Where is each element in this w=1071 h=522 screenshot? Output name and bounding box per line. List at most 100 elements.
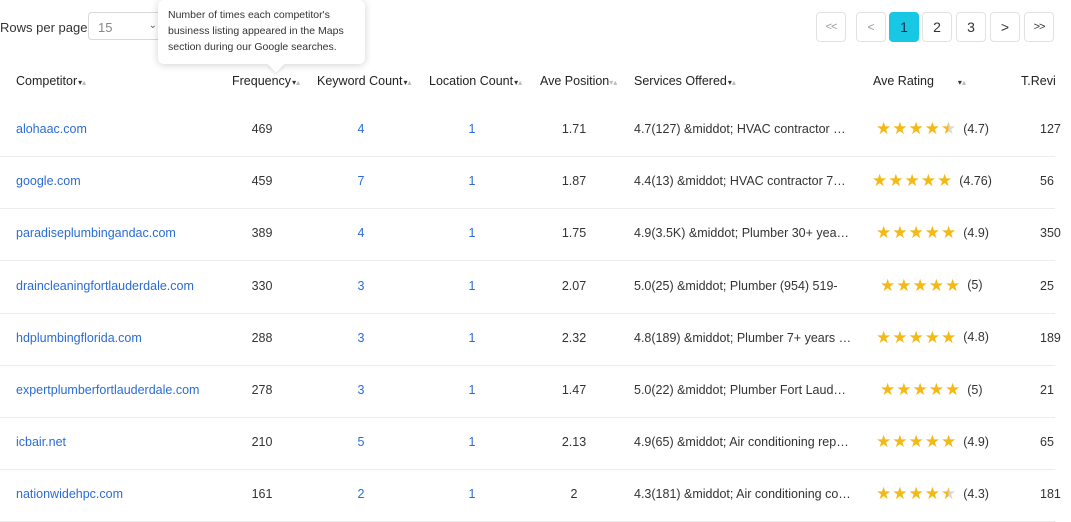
keyword-count-link[interactable]: 3 — [336, 331, 386, 345]
competitor-link[interactable]: expertplumberfortlauderdale.com — [16, 383, 199, 397]
first-page-button[interactable]: << — [816, 12, 846, 42]
rating-stars: ★ ★ ★ ★ ★ (5) — [880, 381, 983, 398]
star-icon: ★ — [928, 380, 944, 399]
star-icon: ★ — [912, 275, 928, 295]
star-icon: ★ — [908, 432, 924, 452]
column-header-services-offered[interactable]: Services Offered▾▴ — [634, 74, 736, 88]
column-label: T.Revi — [1021, 74, 1056, 88]
keyword-count-link[interactable]: 4 — [336, 226, 386, 240]
star-icon: ★ — [876, 484, 892, 504]
tooltip-arrow — [267, 55, 285, 73]
rating-value: (4.9) — [963, 225, 989, 240]
competitor-link[interactable]: nationwidehpc.com — [16, 487, 123, 501]
page-2-button[interactable]: 2 — [922, 12, 952, 42]
location-count-link[interactable]: 1 — [447, 487, 497, 501]
rows-per-page-label: Rows per page: — [0, 20, 92, 35]
star-icon: ★ — [937, 171, 953, 191]
location-count-link[interactable]: 1 — [447, 174, 497, 188]
services-offered-text: 4.8(189) &middot; Plumber 7+ years in bu… — [634, 330, 852, 345]
column-header-location-count[interactable]: Location Count▾▴ — [429, 74, 522, 88]
table-row: nationwidehpc.com 161 2 1 2 4.3(181) &middot;… — [0, 469, 1061, 522]
column-label: Keyword Count — [317, 74, 403, 88]
star-icon: ★ — [924, 119, 940, 138]
rating-value: (4.76) — [959, 173, 992, 188]
star-icon: ★ — [908, 327, 924, 347]
star-icon: ★ — [876, 223, 892, 243]
star-icon: ★ — [896, 275, 912, 295]
keyword-count-link[interactable]: 2 — [336, 487, 386, 501]
column-label: Frequency — [232, 74, 292, 88]
total-reviews-value: 181 — [1040, 487, 1061, 502]
star-icon: ★ — [941, 432, 957, 452]
competitor-link[interactable]: paradiseplumbingandac.com — [16, 226, 176, 240]
sort-asc-icon: ▴ — [296, 78, 301, 87]
sort-asc-icon: ▴ — [518, 78, 523, 87]
page-1-button[interactable]: 1 — [889, 12, 919, 42]
column-header-competitor[interactable]: Competitor▾▴ — [16, 74, 86, 88]
table-row: paradiseplumbingandac.com 389 4 1 1.75 4.9(3.… — [0, 208, 1061, 262]
location-count-link[interactable]: 1 — [447, 279, 497, 293]
competitor-link[interactable]: alohaac.com — [16, 122, 87, 136]
rating-value: (4.7) — [963, 121, 989, 136]
keyword-count-link[interactable]: 7 — [336, 174, 386, 188]
total-reviews-value: 65 — [1040, 435, 1054, 450]
page-3-button[interactable]: 3 — [956, 12, 986, 42]
star-icon: ★ — [945, 380, 961, 399]
table-row: alohaac.com 469 4 1 1.71 4.7(127) &middot; HV… — [0, 104, 1061, 157]
keyword-count-link[interactable]: 4 — [336, 122, 386, 136]
star-icon: ★ — [924, 484, 940, 504]
rating-value: (5) — [967, 382, 983, 397]
last-page-button[interactable]: >> — [1024, 12, 1054, 42]
column-label: Ave Position — [540, 74, 610, 88]
column-header-total-reviews[interactable]: T.Revi — [1021, 74, 1056, 88]
star-icon: ★ — [892, 432, 908, 452]
rating-stars: ★ ★ ★ ★ ★ (4.8) — [876, 329, 989, 346]
column-header-keyword-count[interactable]: Keyword Count▾▴ — [317, 74, 412, 88]
star-icon: ★ — [920, 171, 936, 191]
services-offered-text: 4.4(13) &middot; HVAC contractor 7+ year… — [634, 174, 852, 189]
location-count-link[interactable]: 1 — [447, 435, 497, 449]
rating-stars: ★ ★ ★ ★ ★ (5) — [880, 277, 983, 294]
keyword-count-link[interactable]: 3 — [336, 383, 386, 397]
frequency-value: 389 — [251, 226, 273, 241]
competitor-link[interactable]: hdplumbingflorida.com — [16, 331, 142, 345]
frequency-value: 330 — [251, 278, 273, 293]
frequency-tooltip: Number of times each competitor's busine… — [158, 0, 365, 73]
column-label: Location Count — [429, 74, 514, 88]
table-row: draincleaningfortlauderdale.com 330 3 1 2.07… — [0, 261, 1055, 314]
ave-position-value: 2.07 — [561, 278, 587, 293]
ave-position-value: 1.87 — [561, 174, 587, 189]
services-offered-text: 5.0(22) &middot; Plumber Fort Lauderdale — [634, 383, 852, 397]
total-reviews-value: 350 — [1040, 226, 1061, 241]
competitor-link[interactable]: icbair.net — [16, 435, 66, 449]
star-icon: ★ — [876, 119, 892, 138]
location-count-link[interactable]: 1 — [447, 226, 497, 240]
star-icon: ★ — [892, 223, 908, 243]
competitor-link[interactable]: google.com — [16, 174, 81, 188]
star-icon: ★ — [928, 275, 944, 295]
frequency-value: 161 — [251, 487, 273, 502]
services-offered-text: 4.7(127) &middot; HVAC contractor 4+ yea… — [634, 122, 852, 136]
total-reviews-value: 127 — [1040, 122, 1061, 136]
location-count-link[interactable]: 1 — [447, 331, 497, 345]
competitor-link[interactable]: draincleaningfortlauderdale.com — [16, 279, 194, 293]
column-header-ave-position[interactable]: Ave Position▾▴ — [540, 74, 617, 88]
star-icon: ★ — [941, 327, 957, 347]
frequency-value: 288 — [251, 330, 273, 345]
location-count-link[interactable]: 1 — [447, 122, 497, 136]
column-label: Ave Rating — [873, 74, 934, 88]
rows-per-page-select[interactable]: 15 ⌄ — [88, 12, 166, 40]
star-icon: ★ — [888, 171, 904, 191]
prev-page-button[interactable]: < — [856, 12, 886, 42]
column-header-ave-rating[interactable]: Ave Rating ▾▴ — [873, 74, 966, 88]
rating-stars: ★ ★ ★ ★ ★ (4.3) — [876, 485, 989, 502]
sort-asc-icon: ▴ — [82, 78, 87, 87]
services-offered-text: 4.9(65) &middot; Air conditioning repair… — [634, 435, 852, 450]
column-header-frequency[interactable]: Frequency▾▴ — [232, 74, 300, 88]
keyword-count-link[interactable]: 5 — [336, 435, 386, 449]
frequency-value: 278 — [251, 383, 273, 397]
star-icon: ★ — [908, 119, 924, 138]
keyword-count-link[interactable]: 3 — [336, 279, 386, 293]
location-count-link[interactable]: 1 — [447, 383, 497, 397]
next-page-button[interactable]: > — [990, 12, 1020, 42]
